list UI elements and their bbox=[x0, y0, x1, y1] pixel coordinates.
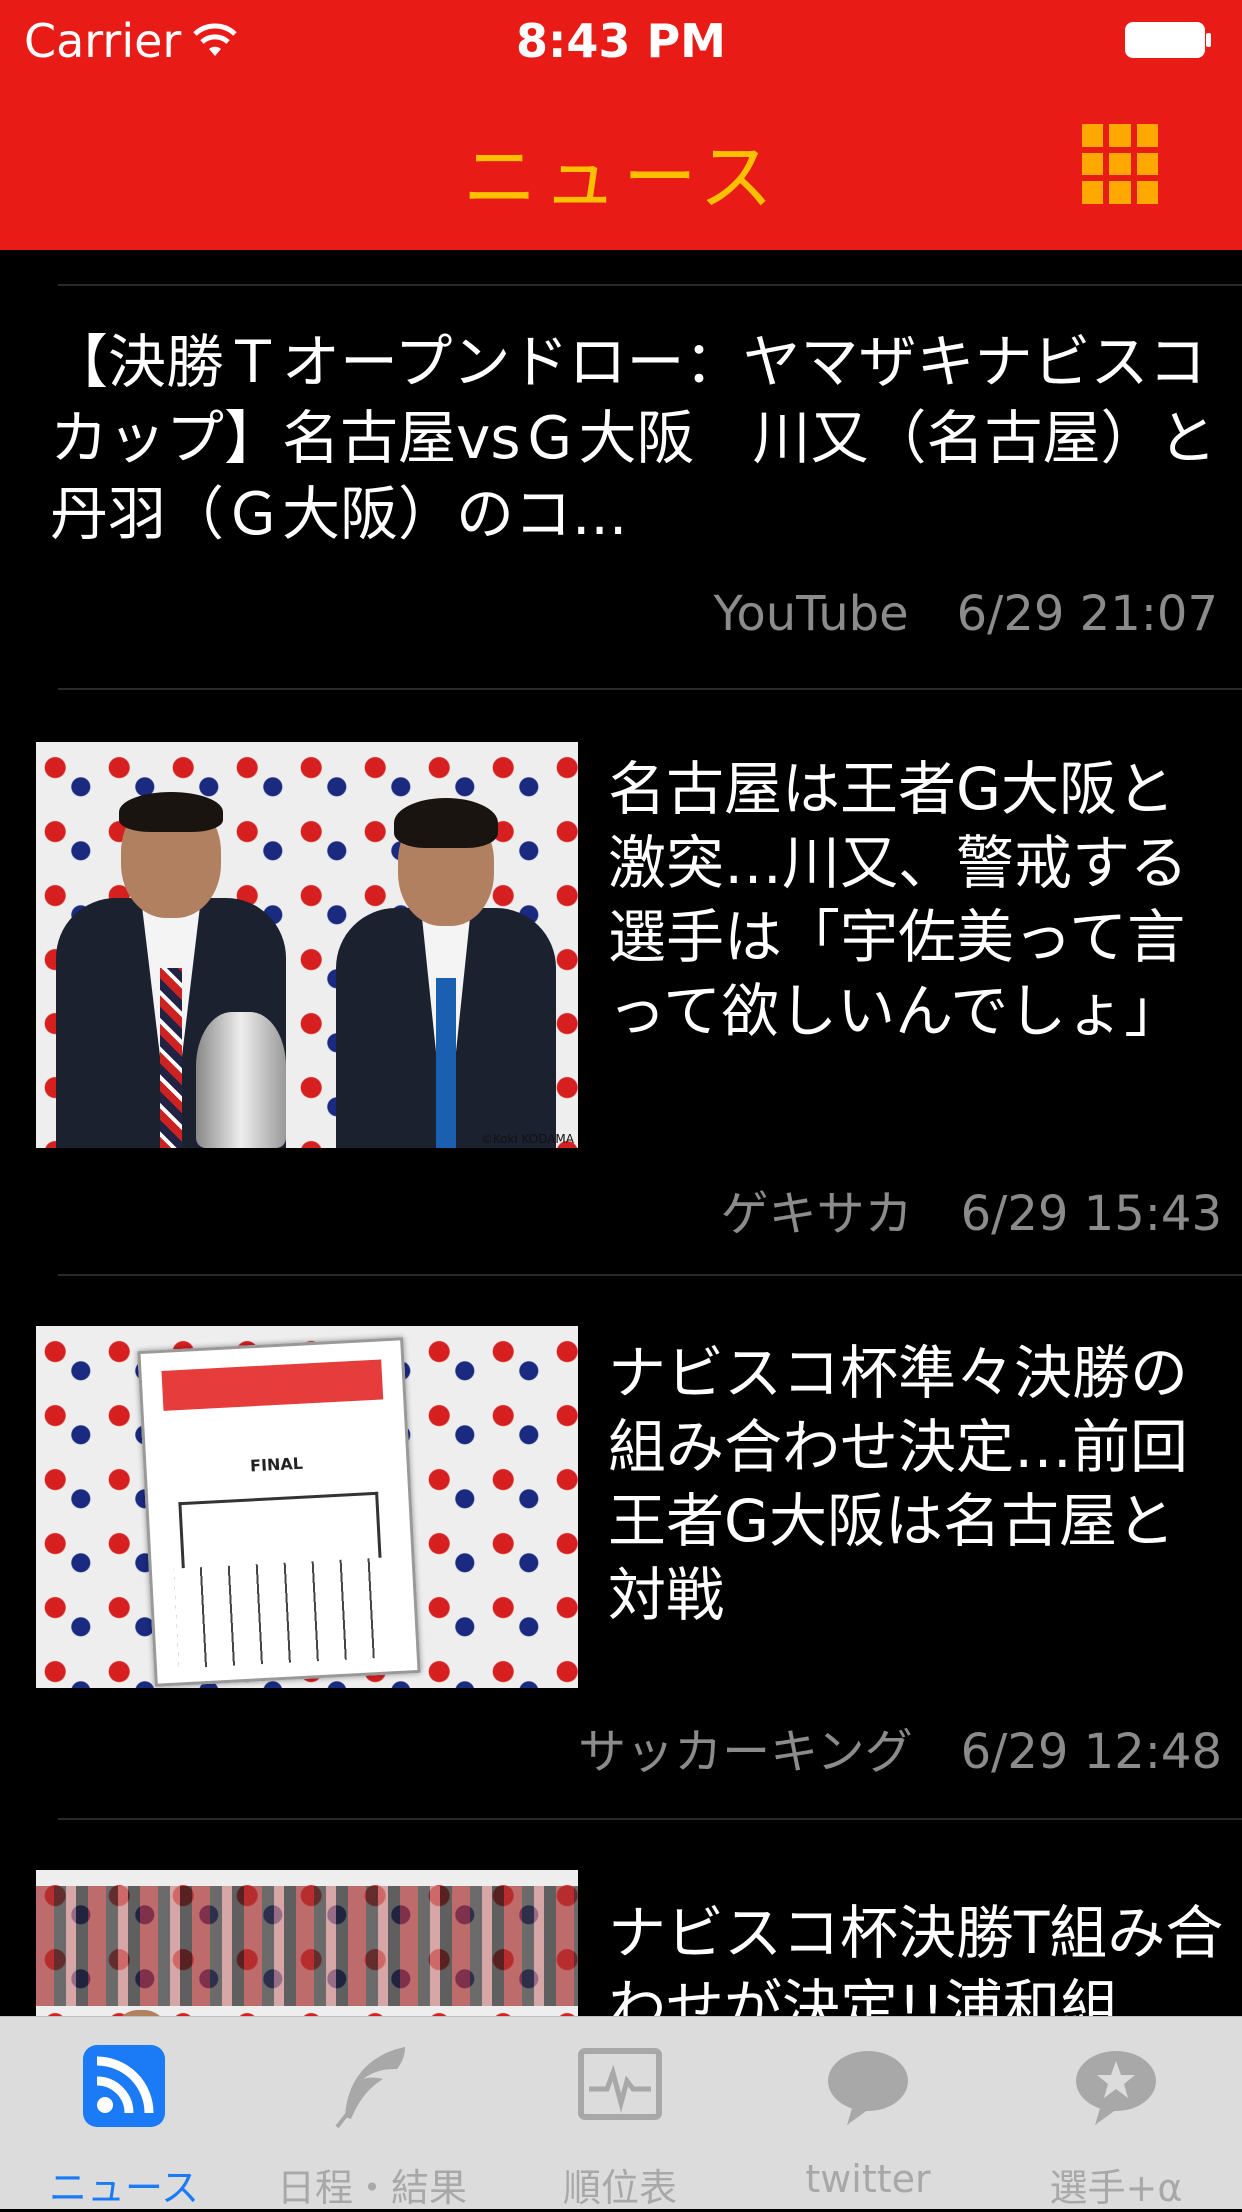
tab-players[interactable]: 選手+α bbox=[992, 2017, 1240, 2210]
battery-icon bbox=[1125, 22, 1211, 58]
speech-bubble-icon bbox=[828, 2051, 908, 2125]
news-meta: サッカーキング 6/29 12:48 bbox=[578, 1712, 1222, 1782]
tab-label: 順位表 bbox=[562, 2166, 677, 2210]
news-source: サッカーキング bbox=[578, 1724, 913, 1780]
tab-label: twitter bbox=[805, 2157, 931, 2201]
news-feed[interactable]: 【決勝Ｔオープンドロー：ヤマザキナビスコカップ】名古屋vsＧ大阪 川又（名古屋）… bbox=[0, 250, 1242, 2016]
tab-schedule[interactable]: 日程・結果 bbox=[248, 2017, 496, 2210]
tab-bar: ニュース 日程・結果 順位表 twitter 選手+α bbox=[0, 2016, 1242, 2210]
news-meta: YouTube 6/29 21:07 bbox=[713, 586, 1218, 642]
news-time: 6/29 15:43 bbox=[960, 1186, 1222, 1242]
news-thumbnail: FINAL bbox=[36, 1326, 578, 1688]
news-time: 6/29 21:07 bbox=[956, 586, 1218, 642]
news-title: ナビスコ杯準々決勝の組み合わせ決定…前回王者G大阪は名古屋と対戦 bbox=[608, 1339, 1189, 1629]
bracket-board: FINAL bbox=[137, 1337, 421, 1687]
news-item[interactable]: 【決勝Ｔオープンドロー：ヤマザキナビスコカップ】名古屋vsＧ大阪 川又（名古屋）… bbox=[0, 286, 1242, 658]
star-bubble-icon bbox=[1076, 2051, 1156, 2125]
tab-twitter[interactable]: twitter bbox=[744, 2017, 992, 2209]
news-thumbnail: ©Koki KODAMA bbox=[36, 742, 578, 1148]
feather-icon bbox=[335, 2047, 405, 2129]
news-time: 6/29 12:48 bbox=[960, 1724, 1222, 1780]
news-source: YouTube bbox=[713, 586, 909, 642]
news-item[interactable]: FINAL ナビスコ杯準々決勝の組み合わせ決定…前回王者G大阪は名古屋と対戦 サ… bbox=[0, 1276, 1242, 1860]
news-title: 名古屋は王者G大阪と激突…川又、警戒する選手は「宇佐美って言って欲しいんでしょ」 bbox=[608, 755, 1189, 1045]
chart-icon bbox=[578, 2048, 662, 2120]
photo-credit: ©Koki KODAMA bbox=[480, 1132, 574, 1146]
grid-menu-button[interactable] bbox=[1082, 124, 1158, 204]
grid-icon bbox=[1082, 124, 1104, 147]
news-source: ゲキサカ bbox=[720, 1186, 913, 1242]
tab-label: ニュース bbox=[48, 2166, 200, 2210]
news-title: ナビスコ杯決勝T組み合わせが決定!!浦和組 bbox=[608, 1899, 1224, 2016]
tab-label: 日程・結果 bbox=[276, 2166, 467, 2210]
news-meta: ゲキサカ 6/29 15:43 bbox=[721, 1174, 1222, 1244]
tab-news[interactable]: ニュース bbox=[0, 2017, 248, 2210]
news-title: 【決勝Ｔオープンドロー：ヤマザキナビスコカップ】名古屋vsＧ大阪 川又（名古屋）… bbox=[50, 328, 1217, 548]
rss-icon bbox=[83, 2045, 165, 2127]
tab-standings[interactable]: 順位表 bbox=[496, 2017, 744, 2210]
tab-label: 選手+α bbox=[1049, 2166, 1183, 2210]
page-title: ニュース bbox=[462, 135, 780, 221]
news-item[interactable]: ナビスコ杯決勝T組み合わせが決定!!浦和組 bbox=[0, 1820, 1242, 2016]
news-thumbnail bbox=[36, 1870, 578, 2016]
status-bar: Carrier 8:43 PM bbox=[0, 0, 1242, 84]
status-time: 8:43 PM bbox=[516, 14, 726, 68]
news-item[interactable]: ©Koki KODAMA 名古屋は王者G大阪と激突…川又、警戒する選手は「宇佐美… bbox=[0, 690, 1242, 1274]
header: Carrier 8:43 PM ニュース bbox=[0, 0, 1242, 250]
